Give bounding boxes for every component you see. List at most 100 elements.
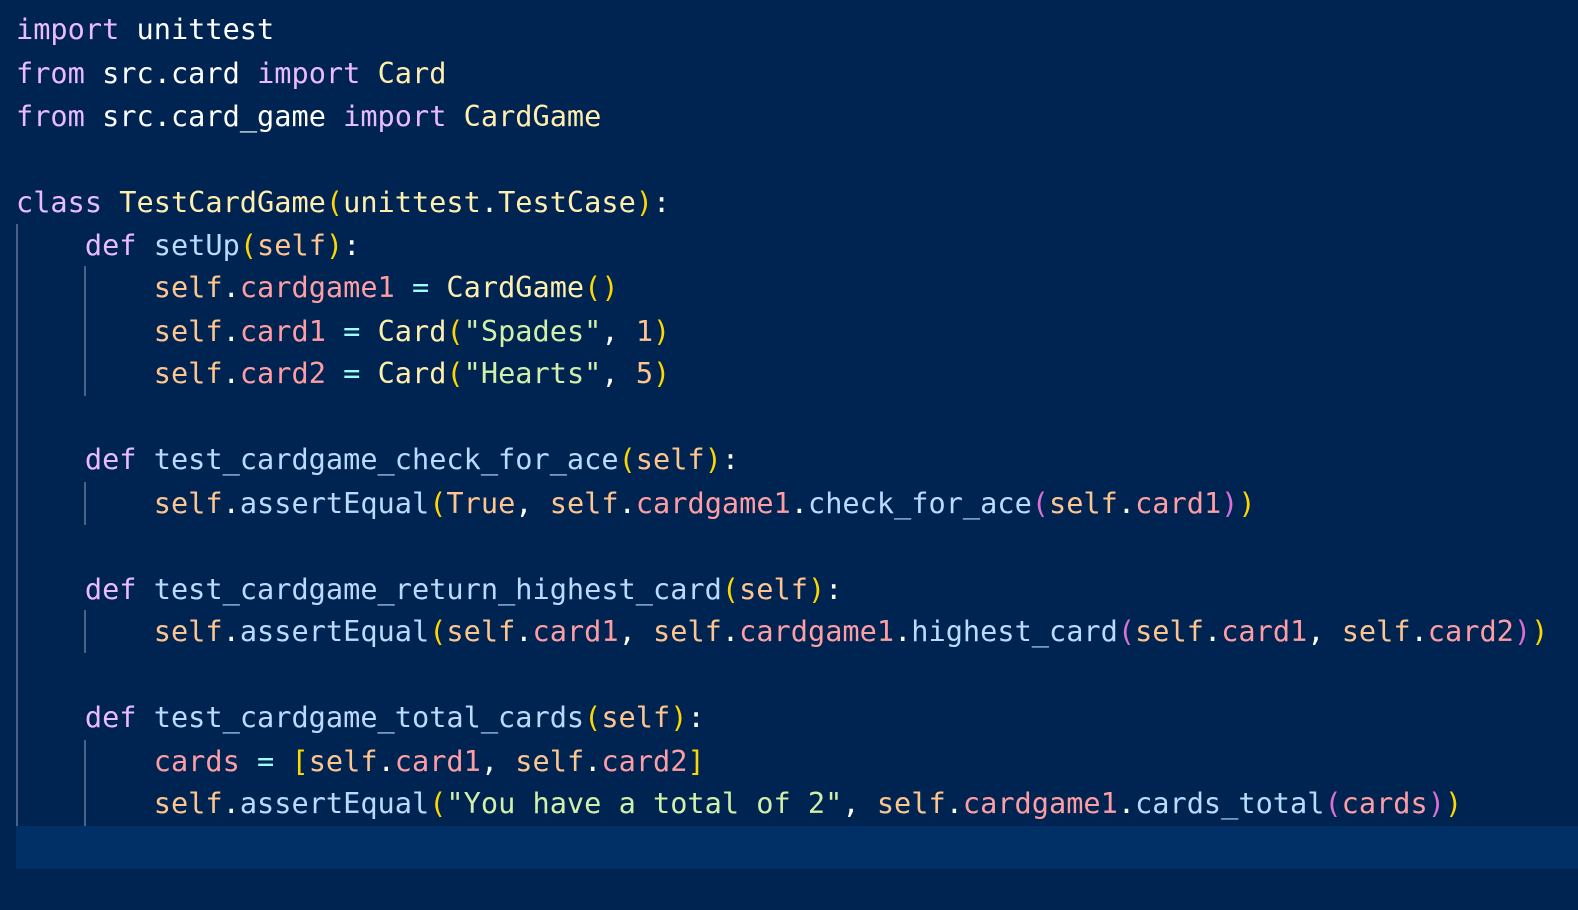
code-token: CardGame (446, 270, 585, 304)
code-token: ( (584, 700, 602, 734)
code-token: ( (1324, 786, 1342, 820)
code-line[interactable]: class TestCardGame(unittest.TestCase): (16, 181, 670, 224)
code-token: () (584, 270, 619, 304)
code-token: highest_card (911, 614, 1118, 648)
code-token: self (601, 700, 671, 734)
code-token: ( (1117, 614, 1136, 648)
code-line[interactable]: self.card1 = Card("Spades", 1) (16, 310, 671, 353)
code-line[interactable]: cards = [self.card1, self.card2] (16, 740, 705, 783)
code-token: card1 (1135, 486, 1222, 520)
code-token: = (343, 314, 361, 348)
code-token: self (1135, 614, 1204, 648)
code-token: . (894, 614, 912, 648)
code-token: self (515, 744, 585, 778)
code-token: self (739, 572, 808, 606)
code-token: . (222, 486, 240, 520)
code-token: test_cardgame_return_highest_card (153, 572, 722, 606)
code-token: card2 (239, 356, 326, 390)
code-token: card (170, 56, 240, 90)
code-token: cardgame1 (239, 270, 395, 304)
code-line[interactable]: from src.card import Card (16, 52, 446, 95)
code-line[interactable]: from src.card_game import CardGame (16, 95, 601, 138)
code-token: ( (618, 442, 636, 476)
code-line[interactable]: def test_cardgame_return_highest_card(se… (16, 568, 843, 611)
code-token: card1 (394, 744, 481, 778)
current-line-highlight (16, 826, 1578, 869)
code-token: Card (377, 356, 447, 390)
code-token: self (153, 270, 223, 304)
code-token: . (515, 614, 533, 648)
code-token: , (515, 486, 550, 520)
code-token: self (153, 486, 223, 520)
code-token: ( (239, 228, 258, 262)
code-token: cardgame1 (739, 614, 895, 648)
code-line[interactable]: def setUp(self): (16, 224, 360, 267)
code-token: card1 (532, 614, 619, 648)
code-token: self (446, 614, 516, 648)
code-token: card_game (170, 99, 326, 133)
code-token: assertEqual (239, 486, 430, 520)
code-line[interactable]: import unittest (16, 8, 274, 51)
code-line[interactable]: def test_cardgame_total_cards(self): (16, 696, 705, 739)
code-token: . (222, 356, 240, 390)
code-token: assertEqual (239, 786, 430, 820)
code-token: class (16, 185, 103, 219)
code-token: ( (429, 486, 447, 520)
code-token: src (84, 99, 154, 133)
code-token: ) (670, 700, 688, 734)
code-token: card2 (1427, 614, 1514, 648)
code-token: . (377, 744, 395, 778)
code-token: CardGame (463, 99, 602, 133)
code-token: , (480, 744, 516, 778)
code-token: ) (1221, 486, 1239, 520)
code-token: ) (325, 228, 344, 262)
code-token: ) (653, 314, 671, 348)
code-token: test_cardgame_total_cards (153, 700, 585, 734)
code-editor[interactable]: import unittest from src.card import Card… (0, 0, 1578, 910)
code-token: self (876, 786, 946, 820)
code-line[interactable]: self.cardgame1 = CardGame() (16, 266, 619, 309)
code-token: Card (377, 314, 447, 348)
code-line[interactable]: self.card2 = Card("Hearts", 5) (16, 352, 671, 395)
code-token: ( (1031, 486, 1049, 520)
code-token: . (790, 486, 808, 520)
code-token: self (1341, 614, 1411, 648)
code-token: import (343, 99, 447, 133)
code-line[interactable]: self.assertEqual(True, self.cardgame1.ch… (16, 482, 1256, 525)
code-line[interactable]: self.assertEqual(self.card1, self.cardga… (16, 610, 1549, 653)
code-token: ) (1444, 786, 1463, 820)
code-line[interactable]: self.assertEqual("You have a total of 2"… (16, 782, 1462, 825)
code-token: ( (446, 314, 464, 348)
code-token: assertEqual (239, 614, 430, 648)
code-token: def (84, 442, 137, 476)
code-line[interactable]: def test_cardgame_check_for_ace(self): (16, 438, 739, 481)
code-token: . (153, 99, 171, 133)
code-token: import (257, 56, 361, 90)
code-token: from (16, 99, 85, 133)
code-token: TestCase (498, 185, 636, 219)
code-token: src (84, 56, 154, 90)
code-token: , (601, 314, 636, 348)
code-token: ( (446, 356, 464, 390)
code-token: : (721, 442, 740, 476)
code-token: ) (1531, 614, 1549, 648)
code-token: unittest (136, 12, 275, 46)
code-token: . (721, 614, 740, 648)
code-token: def (84, 572, 137, 606)
